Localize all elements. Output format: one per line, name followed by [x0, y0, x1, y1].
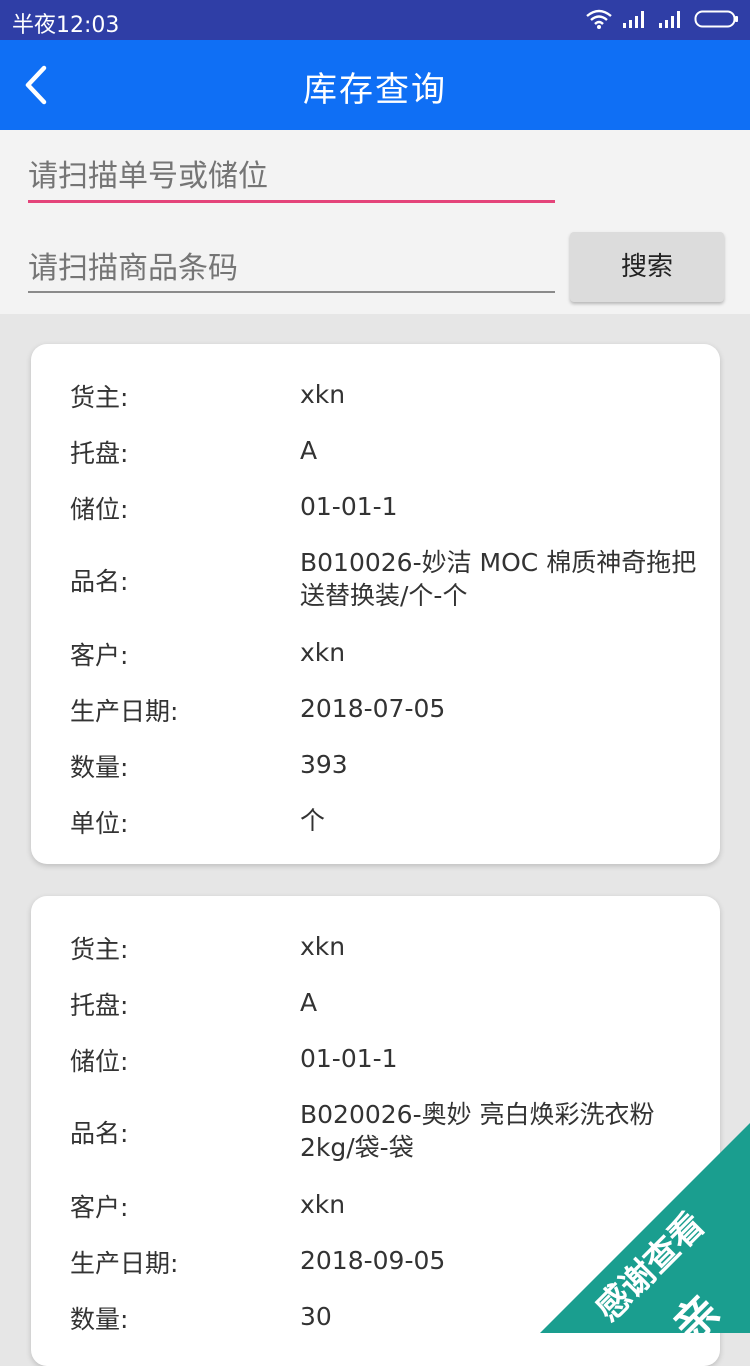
- app-bar: 库存查询: [0, 40, 750, 130]
- signal-icon-2: [659, 11, 680, 28]
- wifi-icon: [586, 9, 612, 29]
- owner-label: 货主:: [70, 383, 129, 412]
- quantity-value: 393: [300, 750, 348, 779]
- search-area: 搜索: [0, 130, 750, 314]
- order-location-input[interactable]: [28, 154, 554, 198]
- customer-value: xkn: [300, 638, 346, 667]
- quantity-label: 数量:: [70, 753, 129, 782]
- pallet-label: 托盘:: [70, 439, 129, 468]
- production-date-value: 2018-07-05: [300, 694, 446, 723]
- customer-label: 客户:: [70, 1193, 129, 1222]
- watermark-badge: 感谢查看 亲: [540, 1123, 750, 1333]
- status-time: 半夜12:03: [12, 13, 120, 38]
- location-value: 01-01-1: [300, 492, 398, 521]
- pallet-value: A: [300, 988, 318, 1017]
- signal-icon: [623, 11, 644, 28]
- barcode-input[interactable]: [28, 246, 554, 290]
- pallet-label: 托盘:: [70, 991, 129, 1020]
- location-value: 01-01-1: [300, 1044, 398, 1073]
- owner-value: xkn: [300, 380, 346, 409]
- status-bar: 半夜12:03: [0, 0, 750, 40]
- unit-label: 单位:: [70, 809, 129, 838]
- product-value: B010026-妙洁 MOC 棉质神奇拖把送替换装/个-个: [300, 548, 697, 610]
- watermark-background: [540, 1123, 750, 1333]
- production-date-label: 生产日期:: [70, 1249, 179, 1278]
- order-input-underline: [28, 200, 555, 203]
- unit-value: 个: [300, 806, 326, 835]
- battery-icon: [694, 10, 738, 28]
- owner-label: 货主:: [70, 935, 129, 964]
- search-button[interactable]: 搜索: [570, 232, 724, 302]
- inventory-card: 货主: xkn 托盘: A 储位: 01-01-1 品名: B010026-妙洁…: [31, 344, 720, 864]
- location-label: 储位:: [70, 495, 129, 524]
- location-label: 储位:: [70, 1047, 129, 1076]
- page-title: 库存查询: [303, 70, 447, 110]
- status-icons: [586, 9, 740, 29]
- quantity-label: 数量:: [70, 1305, 129, 1334]
- product-label: 品名:: [70, 567, 129, 596]
- production-date-label: 生产日期:: [70, 697, 179, 726]
- owner-value: xkn: [300, 932, 346, 961]
- customer-label: 客户:: [70, 641, 129, 670]
- pallet-value: A: [300, 436, 318, 465]
- product-label: 品名:: [70, 1119, 129, 1148]
- barcode-input-underline: [28, 291, 555, 293]
